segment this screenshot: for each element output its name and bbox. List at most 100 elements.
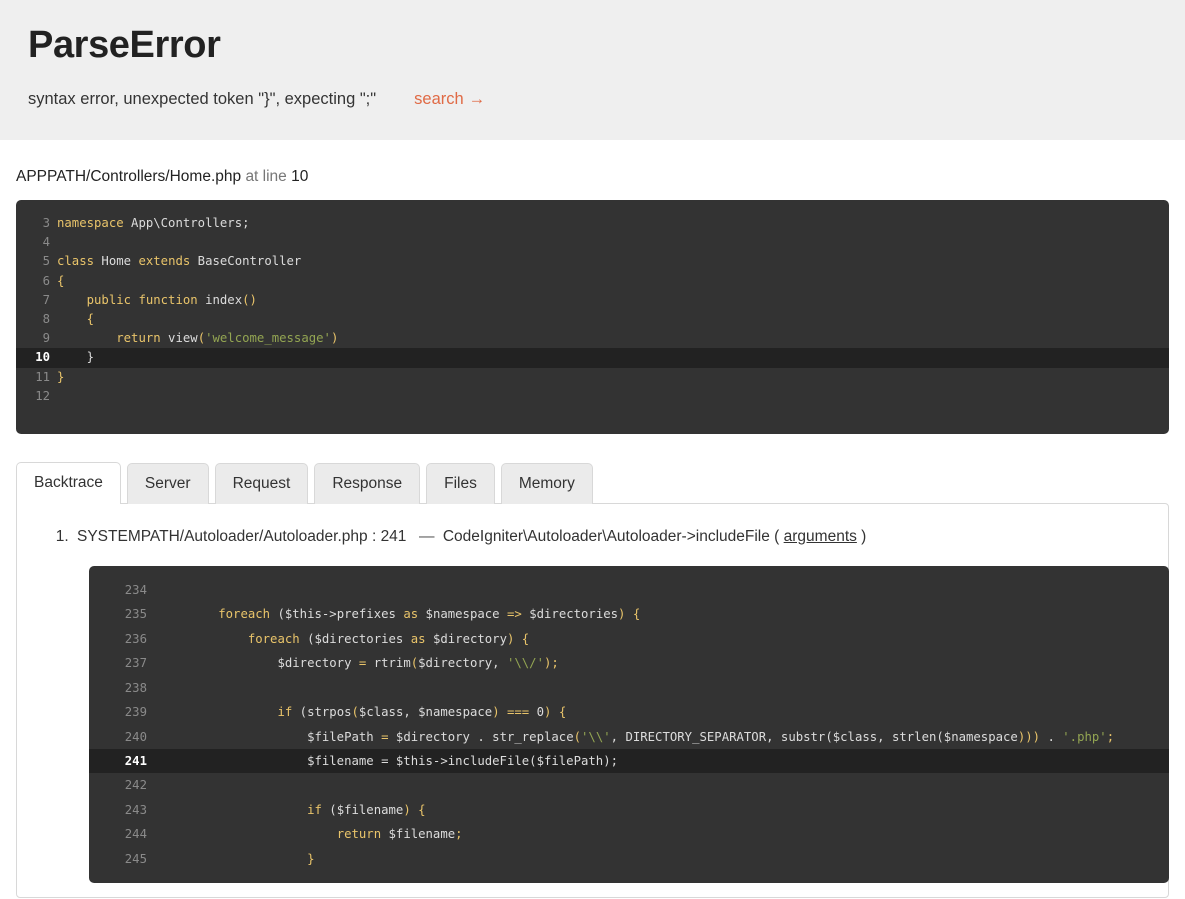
code-line-content: $filePath = $directory . str_replace('\\… <box>159 725 1169 749</box>
file-at-label: at line <box>245 168 286 185</box>
code-token: ) { <box>544 705 566 719</box>
code-token: ($directories <box>300 632 411 646</box>
code-token: ; <box>1107 730 1114 744</box>
code-token: } <box>307 852 314 866</box>
code-line-content: if ($filename) { <box>159 798 1169 822</box>
code-token: = <box>381 730 388 744</box>
tab-label: Backtrace <box>34 474 103 491</box>
code-line: 11} <box>16 368 1169 387</box>
code-token: $directory <box>159 656 359 670</box>
tab-server[interactable]: Server <box>127 463 209 504</box>
code-token: ) { <box>618 607 640 621</box>
code-token: . <box>1040 730 1062 744</box>
code-line-content: return view('welcome_message') <box>57 329 1169 348</box>
backtrace-entry: SYSTEMPATH/Autoloader/Autoloader.php : 2… <box>73 526 1168 883</box>
file-path: APPPATH/Controllers/Home.php <box>16 168 241 185</box>
code-line-content <box>57 233 1169 252</box>
code-token: as <box>411 632 426 646</box>
code-token: } <box>57 370 64 384</box>
code-line: 8 { <box>16 310 1169 329</box>
code-token <box>57 350 87 364</box>
code-line-number: 7 <box>16 291 57 310</box>
code-line-content: foreach ($directories as $directory) { <box>159 627 1169 651</box>
code-token: 'welcome_message' <box>205 331 331 345</box>
tab-files[interactable]: Files <box>426 463 495 504</box>
code-token: namespace <box>57 216 124 230</box>
tab-request[interactable]: Request <box>215 463 309 504</box>
code-line: 242 <box>89 773 1169 797</box>
tab-label: Response <box>332 475 402 492</box>
code-token <box>159 705 277 719</box>
main-code-table: 3namespace App\Controllers;45class Home … <box>16 214 1169 406</box>
code-token: ) { <box>507 632 529 646</box>
code-line: 237 $directory = rtrim($directory, '\\/'… <box>89 651 1169 675</box>
code-token: return <box>116 331 160 345</box>
code-token <box>57 331 116 345</box>
code-line-content: $directory = rtrim($directory, '\\/'); <box>159 651 1169 675</box>
code-line: 239 if (strpos($class, $namespace) === 0… <box>89 700 1169 724</box>
code-line-content: { <box>57 310 1169 329</box>
code-token: index <box>198 293 242 307</box>
backtrace-separator: — <box>406 528 442 545</box>
code-token: ($filename <box>322 803 403 817</box>
code-line-content: namespace App\Controllers; <box>57 214 1169 233</box>
code-line: 9 return view('welcome_message') <box>16 329 1169 348</box>
code-token: foreach <box>218 607 270 621</box>
code-token: { <box>57 274 64 288</box>
code-line: 244 return $filename; <box>89 822 1169 846</box>
tab-label: Memory <box>519 475 575 492</box>
code-token: === <box>507 705 529 719</box>
code-line-content: public function index() <box>57 291 1169 310</box>
code-token: $directory, <box>418 656 507 670</box>
code-line-number: 238 <box>89 676 159 700</box>
code-token: { <box>87 312 94 326</box>
code-line: 10 } <box>16 348 1169 367</box>
tabs-section: Backtrace Server Request Response Files Memor… <box>16 462 1169 898</box>
code-line-number: 242 <box>89 773 159 797</box>
code-line-number: 237 <box>89 651 159 675</box>
code-line-content: } <box>57 368 1169 387</box>
backtrace-call: CodeIgniter\Autoloader\Autoloader->inclu… <box>443 528 770 545</box>
code-line-content <box>57 387 1169 406</box>
code-line-number: 9 <box>16 329 57 348</box>
code-token: ); <box>544 656 559 670</box>
code-line: 234 <box>89 578 1169 602</box>
code-line: 7 public function index() <box>16 291 1169 310</box>
code-token: ($this->prefixes <box>270 607 403 621</box>
code-token <box>159 607 218 621</box>
tab-label: Files <box>444 475 477 492</box>
code-token: ) <box>331 331 338 345</box>
tab-label: Server <box>145 475 191 492</box>
code-token: (strpos <box>292 705 351 719</box>
code-line: 3namespace App\Controllers; <box>16 214 1169 233</box>
code-token: extends <box>138 254 190 268</box>
code-token: $directories <box>522 607 618 621</box>
code-token: App\Controllers; <box>124 216 250 230</box>
code-line-number: 6 <box>16 272 57 291</box>
code-line-content: return $filename; <box>159 822 1169 846</box>
tab-memory[interactable]: Memory <box>501 463 593 504</box>
tab-response[interactable]: Response <box>314 463 420 504</box>
file-line-number: 10 <box>291 168 308 185</box>
tab-backtrace[interactable]: Backtrace <box>16 462 121 504</box>
code-token <box>159 803 307 817</box>
main-source-code: 3namespace App\Controllers;45class Home … <box>16 200 1169 434</box>
code-line: 245 } <box>89 847 1169 871</box>
search-link[interactable]: search→ <box>414 90 485 109</box>
code-line-number: 3 <box>16 214 57 233</box>
code-line-content: } <box>57 348 1169 367</box>
code-token: public function <box>87 293 198 307</box>
code-line-number: 5 <box>16 252 57 271</box>
code-token: ( <box>574 730 581 744</box>
backtrace-arguments-link[interactable]: arguments <box>784 528 857 545</box>
error-subheader: syntax error, unexpected token "}", expe… <box>28 90 1157 109</box>
code-line: 6{ <box>16 272 1169 291</box>
code-line: 240 $filePath = $directory . str_replace… <box>89 725 1169 749</box>
code-line-number: 4 <box>16 233 57 252</box>
code-line-number: 244 <box>89 822 159 846</box>
code-token <box>57 312 87 326</box>
code-token: if <box>277 705 292 719</box>
code-line-content <box>159 676 1169 700</box>
code-token <box>159 827 337 841</box>
code-token: $directory . str_replace <box>389 730 574 744</box>
